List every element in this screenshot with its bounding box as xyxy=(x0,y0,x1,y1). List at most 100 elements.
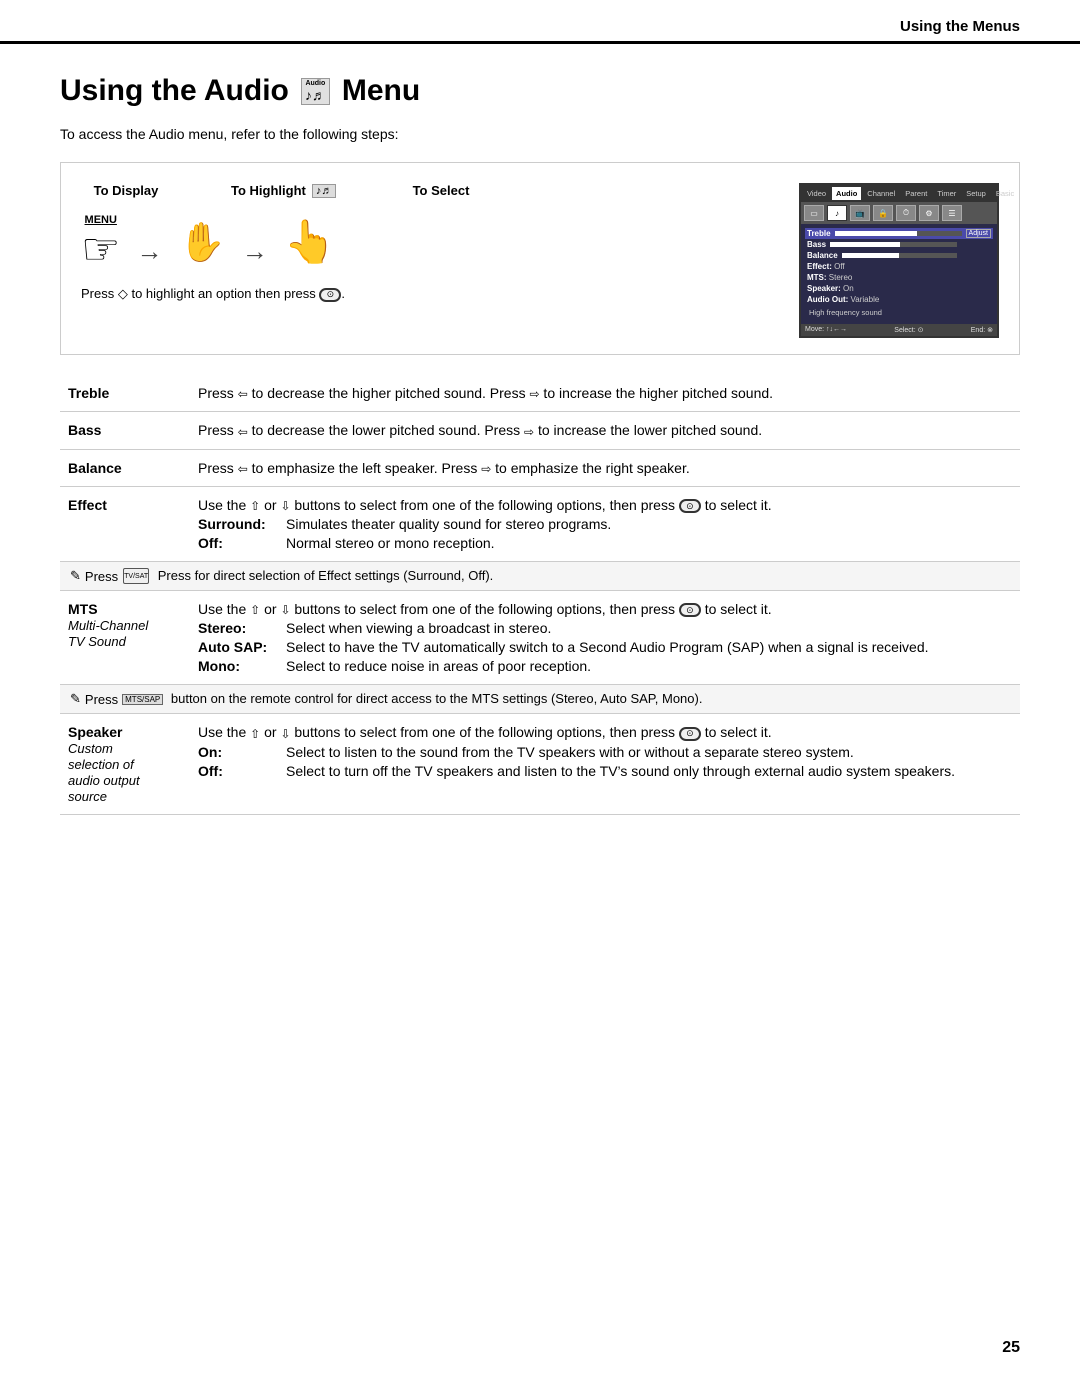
screen-content: Treble Adjust Bass xyxy=(801,224,997,324)
mts-note-row: ✎ Press MTS/SAP button on the remote con… xyxy=(60,685,1020,714)
mts-stereo-option: Stereo: Select when viewing a broadcast … xyxy=(198,620,1012,636)
screen-bass-row: Bass xyxy=(805,239,993,250)
title-text-part1: Using the Audio xyxy=(60,74,289,108)
screen-tab-setup: Setup xyxy=(962,187,990,200)
screen-icon-3: 📺 xyxy=(850,205,870,221)
instructions-left: To Display To Highlight ♪♬ To Select xyxy=(81,183,779,302)
effect-off-option: Off: Normal stereo or mono reception. xyxy=(198,535,1012,551)
tv-sat-icon: TV/SAT xyxy=(123,568,149,584)
step2-icon-group: ✋ xyxy=(178,224,225,262)
effect-label-cell: Effect xyxy=(60,486,190,561)
screen-icon-5: ⏱ xyxy=(896,205,916,221)
screen-tab-parent: Parent xyxy=(901,187,931,200)
down-arrow-icon-effect: ⇩ xyxy=(280,499,290,513)
speaker-desc-cell: Use the ⇧ or ⇩ buttons to select from on… xyxy=(190,714,1020,815)
screen-icon-2: ♪ xyxy=(827,205,847,221)
screen-balance-row: Balance xyxy=(805,250,993,261)
pencil-icon-mts: ✎ xyxy=(70,691,81,707)
to-display-label: To Display xyxy=(94,183,159,198)
up-arrow-icon-speaker: ⇧ xyxy=(250,727,260,741)
screen-tab-basic: Basic xyxy=(992,187,1018,200)
step3-group: To Select xyxy=(401,183,481,198)
down-arrow-icon-speaker: ⇩ xyxy=(280,727,290,741)
screen-tab-audio: Audio xyxy=(832,187,861,200)
effect-surround-option: Surround: Simulates theater quality soun… xyxy=(198,516,1012,532)
steps-labels-row: To Display To Highlight ♪♬ To Select xyxy=(81,183,779,198)
header-bar: Using the Menus xyxy=(0,0,1080,44)
title-text-part2: Menu xyxy=(342,74,420,108)
effect-desc-cell: Use the ⇧ or ⇩ buttons to select from on… xyxy=(190,486,1020,561)
right-arrow-icon-2: ⇨ xyxy=(524,425,534,439)
bass-desc-cell: Press ⇦ to decrease the lower pitched so… xyxy=(190,412,1020,449)
mts-note-cell: ✎ Press MTS/SAP button on the remote con… xyxy=(60,685,1020,714)
screen-tab-channel: Channel xyxy=(863,187,899,200)
mts-row: MTS Multi-ChannelTV Sound Use the ⇧ or ⇩… xyxy=(60,591,1020,685)
screen-effect-row: Effect: Off xyxy=(805,261,993,272)
effect-note-row: ✎ Press TV/SAT Press for direct selectio… xyxy=(60,562,1020,591)
speaker-row: Speaker Customselection ofaudio outputso… xyxy=(60,714,1020,815)
bass-row: Bass Press ⇦ to decrease the lower pitch… xyxy=(60,412,1020,449)
page-container: Using the Menus Using the Audio Audio ♪♬… xyxy=(0,0,1080,1397)
arrow-icon-1: → xyxy=(136,237,162,267)
intro-paragraph: To access the Audio menu, refer to the f… xyxy=(60,126,1020,142)
select-icon-speaker: ⊙ xyxy=(679,727,701,741)
speaker-label-italic: Customselection ofaudio outputsource xyxy=(68,741,140,804)
mts-autosap-option: Auto SAP: Select to have the TV automati… xyxy=(198,639,1012,655)
screen-footer-select: Select: ⊙ xyxy=(894,326,923,334)
to-highlight-label: To Highlight xyxy=(231,183,306,198)
screen-preview: Video Audio Channel Parent Timer Setup B… xyxy=(799,183,999,338)
mts-label-italic: Multi-ChannelTV Sound xyxy=(68,618,148,649)
screen-speaker-row: Speaker: On xyxy=(805,283,993,294)
arrow-icon-2: → xyxy=(242,237,268,267)
screen-tabs: Video Audio Channel Parent Timer Setup B… xyxy=(801,185,997,202)
select-icon-effect: ⊙ xyxy=(679,499,701,513)
mts-label-cell: MTS Multi-ChannelTV Sound xyxy=(60,591,190,685)
up-arrow-icon-mts: ⇧ xyxy=(250,603,260,617)
left-arrow-icon-3: ⇦ xyxy=(238,462,248,476)
bass-label-cell: Bass xyxy=(60,412,190,449)
mts-mono-option: Mono: Select to reduce noise in areas of… xyxy=(198,658,1012,674)
hand-press-icon-3: 👆 xyxy=(284,222,336,264)
instructions-box: To Display To Highlight ♪♬ To Select xyxy=(60,162,1020,355)
step3-icon-group: 👆 xyxy=(284,222,336,264)
screen-treble-row: Treble Adjust xyxy=(805,228,993,239)
right-arrow-icon: ⇨ xyxy=(529,387,539,401)
press-instruction: Press ◇ to highlight an option then pres… xyxy=(81,286,779,302)
treble-desc-cell: Press ⇦ to decrease the higher pitched s… xyxy=(190,375,1020,412)
screen-icon-4: 🔒 xyxy=(873,205,893,221)
section-title: Using the Audio Audio ♪♬ Menu xyxy=(60,74,1020,108)
screen-footer: Move: ↑↓←→ Select: ⊙ End: ⊗ xyxy=(801,324,997,336)
mts-desc-cell: Use the ⇧ or ⇩ buttons to select from on… xyxy=(190,591,1020,685)
balance-row: Balance Press ⇦ to emphasize the left sp… xyxy=(60,449,1020,486)
screen-audioout-row: Audio Out: Variable xyxy=(805,294,993,305)
step1-group: To Display xyxy=(81,183,171,198)
hand-press-icon-1: ☞ xyxy=(81,228,120,272)
speaker-label-cell: Speaker Customselection ofaudio outputso… xyxy=(60,714,190,815)
speaker-on-option: On: Select to listen to the sound from t… xyxy=(198,744,1012,760)
treble-label-cell: Treble xyxy=(60,375,190,412)
left-arrow-icon-2: ⇦ xyxy=(238,425,248,439)
steps-icons-area: MENU ☞ → ✋ → 👆 xyxy=(81,214,779,272)
audio-menu-icon: Audio ♪♬ xyxy=(301,78,330,105)
speaker-off-option: Off: Select to turn off the TV speakers … xyxy=(198,763,1012,779)
select-button-icon: ⊙ xyxy=(319,288,341,302)
to-highlight-audio-icon: ♪♬ xyxy=(312,184,337,198)
step1-icon-group: MENU ☞ xyxy=(81,214,120,272)
mts-sap-badge: MTS/SAP xyxy=(122,694,163,706)
screen-mts-row: MTS: Stereo xyxy=(805,272,993,283)
left-arrow-icon: ⇦ xyxy=(238,387,248,401)
effect-row: Effect Use the ⇧ or ⇩ buttons to select … xyxy=(60,486,1020,561)
header-title: Using the Menus xyxy=(900,18,1020,35)
balance-label-cell: Balance xyxy=(60,449,190,486)
effect-note-cell: ✎ Press TV/SAT Press for direct selectio… xyxy=(60,562,1020,591)
to-select-label: To Select xyxy=(413,183,470,198)
screen-footer-move: Move: ↑↓←→ xyxy=(805,326,847,334)
pencil-icon-effect: ✎ xyxy=(70,568,81,584)
screen-icon-6: ⚙ xyxy=(919,205,939,221)
settings-table: Treble Press ⇦ to decrease the higher pi… xyxy=(60,375,1020,815)
screen-description: High frequency sound xyxy=(805,305,993,320)
screen-icon-7: ☰ xyxy=(942,205,962,221)
treble-row: Treble Press ⇦ to decrease the higher pi… xyxy=(60,375,1020,412)
select-icon-mts: ⊙ xyxy=(679,603,701,617)
hand-press-icon-2: ✋ xyxy=(178,224,225,262)
